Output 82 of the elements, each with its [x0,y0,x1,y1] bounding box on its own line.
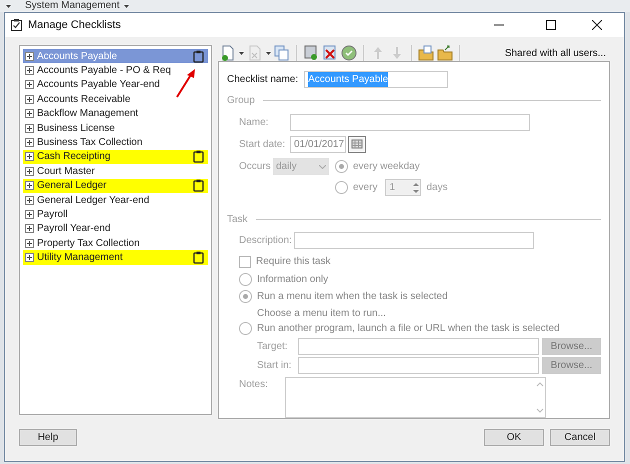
field-label: Target: [257,340,289,354]
check-circle-icon[interactable] [341,45,357,61]
annotation-arrow [175,68,197,98]
tree-item[interactable]: General Ledger Year-end [23,192,208,208]
add-item-icon[interactable] [303,45,319,61]
expand-icon[interactable] [25,66,34,76]
require-checkbox[interactable] [239,256,251,268]
tree-item[interactable]: Business Tax Collection [23,135,208,150]
expand-icon[interactable] [25,253,34,262]
ok-button[interactable]: OK [484,429,544,446]
field-label: Occurs [239,160,272,174]
notes-field[interactable] [285,377,546,418]
maximize-icon[interactable] [546,20,556,30]
expand-icon[interactable] [25,124,34,133]
expand-icon[interactable] [25,52,34,61]
expand-icon[interactable] [25,152,34,162]
dropdown-caret-icon [319,164,326,168]
start-date-value: 01/01/2017 [294,138,344,152]
delete-icon[interactable] [322,45,338,61]
field-label: Start in: [257,359,292,373]
expand-icon[interactable] [25,224,34,234]
tree-item[interactable]: Payroll [23,207,208,222]
tree-item[interactable]: Accounts Receivable [23,92,208,107]
app-title[interactable]: System Management [25,0,120,12]
field-label: Name: [239,116,270,130]
help-button[interactable]: Help [19,429,77,446]
shared-link[interactable]: Shared with all users... [504,46,610,60]
radio-label: Run another program, launch a file or URL when the task is selected [257,322,560,336]
caret-icon[interactable] [266,52,271,54]
expand-icon[interactable] [25,181,34,190]
caret-icon[interactable] [124,4,128,8]
tree-item[interactable]: Accounts Payable Year-end [23,78,208,92]
tree-item[interactable]: Payroll Year-end [23,222,208,236]
expand-icon[interactable] [25,94,34,104]
description-field[interactable] [294,232,534,249]
checkbox-label: Require this task [256,255,330,269]
import-folder-icon[interactable] [418,45,434,61]
field-label: Group [227,94,255,108]
checklist-icon [11,19,22,31]
radio-label: Run a menu item when the task is selected [257,290,448,304]
tree-item[interactable]: Accounts Payable - PO & Req [23,63,208,78]
field-label: Checklist name: [227,73,298,87]
group-name-field[interactable] [290,114,530,131]
expand-icon[interactable] [25,166,34,176]
tree-item[interactable]: Court Master [23,164,208,179]
field-label: days [426,181,448,195]
path-field[interactable] [298,338,539,355]
expand-icon[interactable] [25,210,34,219]
expand-icon[interactable] [25,238,34,248]
caret-icon[interactable] [6,4,11,8]
radio-button[interactable] [239,290,252,302]
start-date-field[interactable]: 01/01/2017 [290,136,346,153]
field-label: Start date: [239,138,286,152]
close-icon[interactable] [592,20,602,30]
tree-item[interactable]: General Ledger [23,178,208,193]
window-title: Manage Checklists [28,18,121,33]
field-label: Task [227,213,248,227]
tree-item[interactable]: Business License [23,120,208,136]
expand-icon[interactable] [25,196,34,205]
radio-button[interactable] [239,272,252,286]
tree-item[interactable]: Cash Receipting [23,150,208,164]
expand-icon[interactable] [25,80,34,90]
field-label: Description: [239,234,293,248]
radio-label: every weekday [353,160,420,174]
caret-icon[interactable] [239,52,244,54]
radio-button[interactable] [335,181,348,194]
radio-label: every [353,181,378,195]
expand-icon[interactable] [25,138,34,148]
tree-item[interactable]: Backflow Management [23,106,208,121]
radio-button[interactable] [335,160,348,173]
menu-item-hint: Choose a menu item to run... [256,307,387,318]
radio-button[interactable] [239,322,252,334]
cancel-button[interactable]: Cancel [550,429,610,446]
radio-label: Information only [257,272,328,286]
new-document-icon[interactable] [220,45,236,61]
calendar-icon[interactable] [348,136,366,153]
expand-icon[interactable] [25,109,34,118]
export-folder-icon[interactable] [437,45,453,61]
tree-item[interactable]: Property Tax Collection [23,236,208,250]
tree-item[interactable]: Utility Management [23,250,208,265]
field-label: Notes: [239,378,269,392]
path-field[interactable] [298,357,539,374]
